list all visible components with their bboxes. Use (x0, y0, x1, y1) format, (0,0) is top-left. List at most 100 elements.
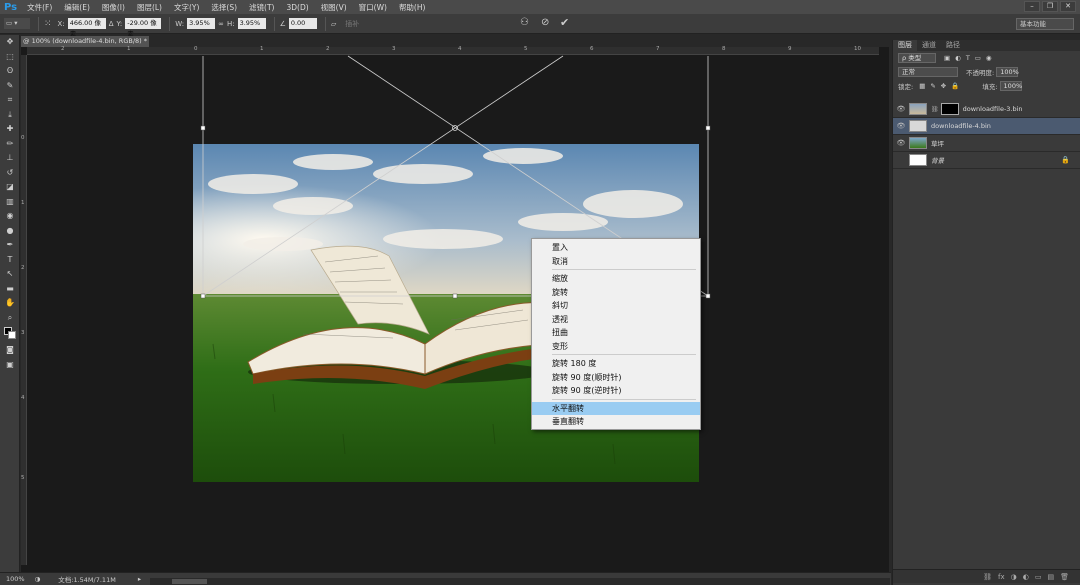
blur-tool-icon[interactable]: ◉ (0, 209, 20, 224)
menu-item-scale[interactable]: 缩放 (532, 272, 700, 286)
history-brush-tool-icon[interactable]: ↺ (0, 166, 20, 181)
layer-kind-filter[interactable]: ρ 类型 (898, 53, 936, 63)
menu-item-rotate-90-ccw[interactable]: 旋转 90 度(逆时针) (532, 384, 700, 398)
eraser-tool-icon[interactable]: ◪ (0, 180, 20, 195)
menu-view[interactable]: 视图(V) (321, 2, 347, 13)
reference-point-icon[interactable]: ⁙ (44, 19, 52, 29)
y-field[interactable]: -29.00 像素 (125, 18, 162, 38)
path-select-tool-icon[interactable]: ↖ (0, 267, 20, 282)
quick-mask-icon[interactable]: ◙ (0, 343, 20, 358)
menu-item-place[interactable]: 置入 (532, 241, 700, 255)
menu-item-rotate-90-cw[interactable]: 旋转 90 度(顺时针) (532, 371, 700, 385)
menu-type[interactable]: 文字(Y) (174, 2, 199, 13)
zoom-level[interactable]: 100% (6, 575, 25, 583)
visibility-eye-icon[interactable]: 👁 (893, 122, 909, 130)
delta-icon[interactable]: Δ (109, 20, 114, 28)
divider (38, 16, 39, 31)
quick-select-tool-icon[interactable]: ✎ (0, 79, 20, 94)
move-tool-icon[interactable]: ✥ (0, 35, 20, 50)
ruler-tick: 10 (854, 46, 861, 52)
type-tool-icon[interactable]: T (0, 253, 20, 268)
opacity-field[interactable]: 100% (996, 67, 1019, 77)
ruler-tick: 2 (61, 46, 65, 52)
menu-3d[interactable]: 3D(D) (286, 3, 308, 12)
adjustment-layer-icon[interactable]: ◐ (1023, 573, 1029, 581)
layer-row[interactable]: 👁 ⛓ downloadfile-3.bin (893, 101, 1080, 118)
menu-item-rotate[interactable]: 旋转 (532, 286, 700, 300)
layer-filter-row: ρ 类型 ▣◐T▭◉ (893, 51, 1080, 65)
lock-icons[interactable]: ▦✎✥🔒 (919, 82, 964, 90)
menu-item-rotate-180[interactable]: 旋转 180 度 (532, 357, 700, 371)
clone-stamp-tool-icon[interactable]: ⊥ (0, 151, 20, 166)
visibility-eye-icon[interactable]: 👁 (893, 139, 909, 147)
menu-file[interactable]: 文件(F) (27, 2, 52, 13)
add-mask-icon[interactable]: ◑ (1011, 573, 1017, 581)
new-layer-icon[interactable]: ▤ (1047, 573, 1054, 581)
warp-mode-icon[interactable]: ⚇ (520, 17, 529, 28)
menu-item-skew[interactable]: 斜切 (532, 299, 700, 313)
visibility-eye-icon[interactable]: 👁 (893, 105, 909, 113)
layer-row-selected[interactable]: 👁 downloadfile-4.bin (893, 118, 1080, 135)
menu-image[interactable]: 图像(I) (102, 2, 125, 13)
menu-item-cancel[interactable]: 取消 (532, 255, 700, 269)
eyedropper-tool-icon[interactable]: ⤓ (0, 108, 20, 123)
crop-tool-icon[interactable]: ⌗ (0, 93, 20, 108)
pen-tool-icon[interactable]: ✒ (0, 238, 20, 253)
fill-label: 填充: (982, 83, 998, 91)
menu-layer[interactable]: 图层(L) (137, 2, 162, 13)
ruler-tick: 4 (458, 46, 462, 52)
menu-edit[interactable]: 编辑(E) (64, 2, 90, 13)
delete-layer-icon[interactable]: 🗑 (1060, 573, 1069, 581)
link-layers-icon[interactable]: ⛓ (983, 573, 992, 581)
screen-mode-icon[interactable]: ▣ (0, 358, 20, 373)
horizontal-scrollbar[interactable] (150, 578, 890, 585)
height-field[interactable]: 3.95% (237, 18, 266, 29)
dodge-tool-icon[interactable]: ● (0, 224, 20, 239)
restore-button[interactable]: ❐ (1042, 1, 1058, 12)
tool-preset-picker[interactable]: ▭ ▾ (4, 18, 30, 29)
menu-window[interactable]: 窗口(W) (359, 2, 387, 13)
menu-help[interactable]: 帮助(H) (399, 2, 426, 13)
marquee-tool-icon[interactable]: ⬚ (0, 50, 20, 65)
layer-style-icon[interactable]: fx (998, 573, 1005, 581)
cancel-transform-icon[interactable]: ⊘ (541, 17, 549, 28)
menu-select[interactable]: 选择(S) (211, 2, 237, 13)
shape-tool-icon[interactable]: ▬ (0, 282, 20, 297)
menu-item-flip-horizontal[interactable]: 水平翻转 (532, 401, 700, 415)
close-button[interactable]: ✕ (1060, 1, 1076, 12)
menu-item-distort[interactable]: 扭曲 (532, 326, 700, 340)
lasso-tool-icon[interactable]: ʘ (0, 64, 20, 79)
healing-brush-tool-icon[interactable]: ✚ (0, 122, 20, 137)
minimize-button[interactable]: – (1024, 1, 1040, 12)
angle-field[interactable]: 0.00 (288, 18, 317, 29)
status-menu-arrow-icon[interactable]: ▸ (138, 575, 141, 583)
gradient-tool-icon[interactable]: ▥ (0, 195, 20, 210)
tab-channels[interactable]: 通道 (917, 40, 941, 51)
fill-field[interactable]: 100% (999, 81, 1022, 91)
menu-item-flip-vertical[interactable]: 垂直翻转 (532, 415, 700, 429)
commit-transform-icon[interactable]: ✔ (560, 16, 569, 29)
link-icon[interactable]: ∞ (218, 20, 224, 28)
menu-item-perspective[interactable]: 透视 (532, 313, 700, 327)
hand-tool-icon[interactable]: ✋ (0, 296, 20, 311)
new-group-icon[interactable]: ▭ (1035, 573, 1042, 581)
layer-row[interactable]: 背景 🔒 (893, 152, 1080, 169)
zoom-tool-icon[interactable]: ⌕ (0, 311, 20, 326)
skew-icon[interactable]: ▱ (331, 20, 336, 28)
layer-row[interactable]: 👁 草坪 (893, 135, 1080, 152)
background-color-swatch[interactable] (8, 331, 16, 339)
menu-filter[interactable]: 滤镜(T) (249, 2, 274, 13)
brush-tool-icon[interactable]: ✏ (0, 137, 20, 152)
status-info-icon[interactable]: ◑ (35, 575, 41, 583)
x-field[interactable]: 466.00 像素 (67, 18, 106, 38)
blend-mode-select[interactable]: 正常 (898, 67, 958, 77)
tab-paths[interactable]: 路径 (941, 40, 965, 51)
color-swatches[interactable] (0, 325, 20, 343)
width-field[interactable]: 3.95% (187, 18, 216, 29)
tab-layers[interactable]: 图层 (893, 40, 917, 51)
workspace-select[interactable]: 基本功能 (1016, 18, 1074, 30)
scrollbar-thumb[interactable] (172, 579, 207, 584)
filter-type-icons[interactable]: ▣◐T▭◉ (944, 54, 997, 62)
layer-mask-thumbnail[interactable] (940, 103, 959, 115)
menu-item-warp[interactable]: 变形 (532, 340, 700, 354)
